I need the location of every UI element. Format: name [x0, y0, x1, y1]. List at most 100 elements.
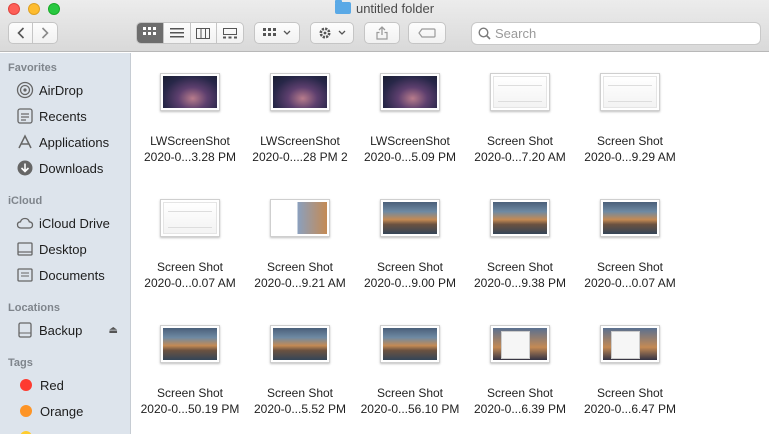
file-thumbnail	[160, 199, 220, 237]
sidebar-item-icloud-drive[interactable]: iCloud Drive	[16, 213, 126, 233]
window-title-text: untitled folder	[355, 1, 435, 16]
sidebar-item-label: Applications	[39, 134, 110, 150]
file-thumbnail	[160, 73, 220, 111]
back-button[interactable]	[9, 23, 34, 43]
red-tag-dot-icon	[20, 379, 32, 391]
file-item[interactable]: LWScreenShot 2020-0...3.28 PM	[135, 53, 245, 173]
sidebar-item-recents[interactable]: Recents	[16, 106, 126, 126]
documents-icon	[16, 266, 34, 284]
file-item[interactable]: Screen Shot 2020-0...6.39 PM	[465, 305, 575, 425]
sidebar-item-label: Red	[40, 377, 64, 393]
sidebar-item-desktop[interactable]: Desktop	[16, 239, 126, 259]
file-item[interactable]: Screen Shot 2020-0...0.07 AM	[135, 179, 245, 299]
sidebar-section-tags: Tags	[8, 357, 33, 369]
share-button[interactable]	[364, 22, 400, 44]
file-thumbnail	[600, 73, 660, 111]
view-switcher	[136, 22, 244, 44]
sidebar-section-locations: Locations	[8, 302, 60, 314]
file-grid: LWScreenShot 2020-0...3.28 PM LWScreenSho…	[132, 53, 769, 434]
list-view-icon	[169, 28, 184, 38]
sidebar-item-downloads[interactable]: Downloads	[16, 158, 126, 178]
file-thumbnail	[380, 73, 440, 111]
file-thumbnail	[490, 325, 550, 363]
file-thumbnail	[490, 199, 550, 237]
file-name: Screen Shot 2020-0...7.20 AM	[474, 134, 566, 164]
file-name: Screen Shot 2020-0...9.21 AM	[254, 260, 346, 290]
file-thumbnail	[160, 325, 220, 363]
list-view-button[interactable]	[164, 23, 191, 43]
sidebar-item-documents[interactable]: Documents	[16, 265, 126, 285]
tag-button[interactable]	[408, 22, 446, 44]
sidebar-item-tag-partial[interactable]	[16, 427, 126, 434]
search-icon	[478, 27, 491, 40]
sidebar-item-tag-red[interactable]: Red	[16, 375, 126, 395]
sidebar-item-backup[interactable]: Backup ⏏	[16, 320, 126, 340]
gallery-view-button[interactable]	[217, 23, 243, 43]
folder-icon	[334, 0, 351, 14]
sidebar-item-label: Recents	[39, 108, 87, 124]
sidebar-item-label: iCloud Drive	[39, 215, 110, 231]
sidebar-item-label: Desktop	[39, 241, 87, 257]
file-item[interactable]: Screen Shot 2020-0...7.20 AM	[465, 53, 575, 173]
file-item[interactable]: LWScreenShot 2020-0....28 PM 2	[245, 53, 355, 173]
file-item[interactable]: Screen Shot 2020-0...9.00 PM	[355, 179, 465, 299]
file-item[interactable]: Screen Shot 2020-0...9.21 AM	[245, 179, 355, 299]
file-name: Screen Shot 2020-0...0.07 AM	[144, 260, 236, 290]
file-name: Screen Shot 2020-0...6.47 PM	[583, 386, 677, 416]
navigation-buttons	[8, 22, 58, 44]
recents-icon	[16, 107, 34, 125]
search-field[interactable]	[471, 22, 761, 45]
file-thumbnail	[600, 325, 660, 363]
sidebar-item-label: Documents	[39, 267, 105, 283]
file-name: Screen Shot 2020-0...5.52 PM	[253, 386, 347, 416]
file-thumbnail	[490, 73, 550, 111]
file-name: LWScreenShot 2020-0....28 PM 2	[252, 134, 348, 164]
file-item[interactable]: Screen Shot 2020-0...9.38 PM	[465, 179, 575, 299]
sidebar-item-tag-orange[interactable]: Orange	[16, 401, 126, 421]
tag-icon	[418, 28, 436, 38]
downloads-icon	[16, 159, 34, 177]
file-thumbnail	[270, 325, 330, 363]
sidebar-item-label: Downloads	[39, 160, 104, 176]
file-name: Screen Shot 2020-0...50.19 PM	[140, 386, 240, 416]
forward-button[interactable]	[33, 23, 57, 43]
file-item[interactable]: LWScreenShot 2020-0...5.09 PM	[355, 53, 465, 173]
file-name: Screen Shot 2020-0...9.00 PM	[363, 260, 457, 290]
file-item[interactable]: Screen Shot 2020-0...5.52 PM	[245, 305, 355, 425]
file-name: LWScreenShot 2020-0...5.09 PM	[363, 134, 457, 164]
chevron-left-icon	[16, 27, 24, 39]
group-by-button[interactable]	[254, 22, 300, 44]
drive-icon	[16, 321, 34, 339]
icon-view-icon	[142, 27, 156, 35]
action-menu-button[interactable]	[310, 22, 354, 44]
file-item[interactable]: Screen Shot 2020-0...50.19 PM	[135, 305, 245, 425]
file-item[interactable]: Screen Shot 2020-0...6.47 PM	[575, 305, 685, 425]
file-thumbnail	[380, 325, 440, 363]
file-item[interactable]: Screen Shot 2020-0...56.10 PM	[355, 305, 465, 425]
file-thumbnail	[270, 73, 330, 111]
eject-icon[interactable]: ⏏	[109, 325, 118, 336]
file-item[interactable]: Screen Shot 2020-0...9.29 AM	[575, 53, 685, 173]
gear-icon	[319, 27, 331, 39]
file-name: Screen Shot 2020-0...9.38 PM	[473, 260, 567, 290]
file-item[interactable]: Screen Shot 2020-0...0.07 AM	[575, 179, 685, 299]
chevron-down-icon	[283, 30, 291, 35]
chevron-down-icon	[338, 30, 346, 35]
file-name: LWScreenShot 2020-0...3.28 PM	[143, 134, 237, 164]
desktop-icon	[16, 240, 34, 258]
column-view-button[interactable]	[191, 23, 218, 43]
sidebar: Favorites AirDrop Recents Applications D…	[0, 53, 131, 434]
search-input[interactable]	[495, 26, 745, 41]
file-thumbnail	[270, 199, 330, 237]
airdrop-icon	[16, 81, 34, 99]
sidebar-item-applications[interactable]: Applications	[16, 132, 126, 152]
file-name: Screen Shot 2020-0...0.07 AM	[584, 260, 676, 290]
sidebar-item-label: Backup	[39, 322, 83, 338]
sidebar-item-airdrop[interactable]: AirDrop	[16, 80, 126, 100]
icon-view-button[interactable]	[137, 23, 164, 43]
window-title: untitled folder	[0, 0, 769, 17]
sidebar-section-icloud: iCloud	[8, 195, 43, 207]
column-view-icon	[196, 27, 211, 39]
grid-group-icon	[263, 28, 276, 36]
toolbar: untitled folder	[0, 0, 769, 52]
